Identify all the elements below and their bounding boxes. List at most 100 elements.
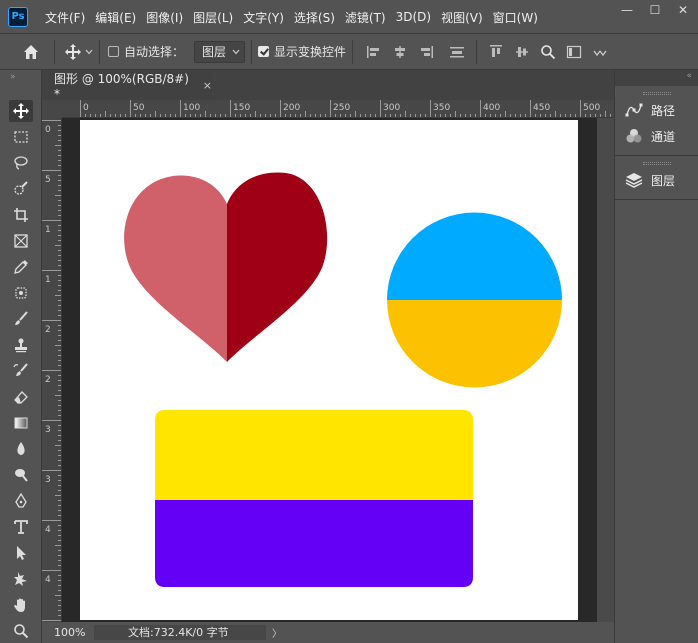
- blur-tool[interactable]: [9, 438, 33, 460]
- path-selection-tool[interactable]: [9, 542, 33, 564]
- zoom-tool[interactable]: [9, 620, 33, 642]
- dodge-tool[interactable]: [9, 464, 33, 486]
- custom-shape-tool[interactable]: [9, 568, 33, 590]
- canvas[interactable]: [80, 120, 578, 620]
- vertical-scrollbar[interactable]: [597, 118, 614, 622]
- status-menu-arrow[interactable]: 〉: [272, 625, 282, 640]
- hand-tool[interactable]: [9, 594, 33, 616]
- eyedropper-icon: [14, 260, 28, 274]
- ruler-origin[interactable]: [42, 100, 62, 118]
- tools-panel: »: [0, 70, 42, 643]
- ruler-label: 4: [45, 525, 51, 535]
- align-right-icon[interactable]: [418, 44, 434, 60]
- ruler-label: 3: [45, 425, 51, 435]
- vertical-ruler[interactable]: 0 5 1 1 2 2 3 3 4 4: [42, 118, 62, 622]
- menu-3d[interactable]: 3D(D): [391, 10, 436, 24]
- brush-tool[interactable]: [9, 308, 33, 330]
- layer-select-value: 图层: [202, 45, 227, 59]
- gradient-tool[interactable]: [9, 412, 33, 434]
- document-info: 文档:732.4K/0 字节: [94, 625, 266, 640]
- type-tool[interactable]: [9, 516, 33, 538]
- show-transform-toggle[interactable]: 显示变换控件: [258, 34, 346, 70]
- ruler-label: 500: [583, 103, 600, 113]
- rectangle-top-half[interactable]: [155, 410, 473, 500]
- workspace-icon[interactable]: [566, 44, 582, 60]
- panel-layers[interactable]: 图层: [615, 167, 698, 193]
- move-tool[interactable]: [9, 100, 33, 122]
- ruler-label: 250: [333, 103, 350, 113]
- photoshop-logo-icon: Ps: [8, 7, 28, 27]
- panel-channels-label: 通道: [651, 129, 676, 144]
- align-left-icon[interactable]: [366, 44, 382, 60]
- circle-top-half[interactable]: [387, 212, 562, 300]
- menu-type[interactable]: 文字(Y): [238, 9, 289, 26]
- panel-channels[interactable]: 通道: [615, 123, 698, 149]
- divider: [352, 39, 354, 64]
- panel-grip[interactable]: [642, 92, 671, 95]
- pen-tool[interactable]: [9, 490, 33, 512]
- ruler-label: 100: [183, 103, 200, 113]
- align-middle-icon[interactable]: [514, 44, 530, 60]
- menu-view[interactable]: 视图(V): [436, 9, 488, 26]
- move-icon: [13, 103, 29, 119]
- menu-edit[interactable]: 编辑(E): [90, 9, 141, 26]
- healing-brush-icon: [15, 287, 27, 299]
- frame-tool[interactable]: [9, 230, 33, 252]
- menu-layer[interactable]: 图层(L): [188, 9, 238, 26]
- rectangle-bottom-half[interactable]: [155, 500, 473, 587]
- menu-window[interactable]: 窗口(W): [488, 9, 543, 26]
- ruler-label: 4: [45, 575, 51, 585]
- panel-layers-label: 图层: [651, 173, 676, 188]
- heart-left-half[interactable]: [124, 175, 227, 362]
- maximize-button[interactable]: ☐: [640, 0, 670, 22]
- distribute-icon[interactable]: [449, 44, 465, 60]
- spot-healing-tool[interactable]: [9, 282, 33, 304]
- clone-stamp-tool[interactable]: [9, 334, 33, 356]
- menu-items: 文件(F) 编辑(E) 图像(I) 图层(L) 文字(Y) 选择(S) 滤镜(T…: [40, 0, 543, 34]
- zoom-level[interactable]: 100%: [42, 626, 94, 639]
- horizontal-ruler[interactable]: 0 50 100 150 200 250 300 350 400 450 500: [62, 100, 614, 118]
- close-tab-icon[interactable]: ×: [203, 79, 212, 92]
- eraser-tool[interactable]: [9, 386, 33, 408]
- type-icon: [14, 520, 28, 534]
- ruler-label: 350: [433, 103, 450, 113]
- divider: [99, 39, 100, 64]
- crop-tool[interactable]: [9, 204, 33, 226]
- menu-image[interactable]: 图像(I): [141, 9, 188, 26]
- minimize-button[interactable]: —: [612, 0, 642, 22]
- document-tab[interactable]: 图形 @ 100%(RGB/8#) * ×: [42, 72, 212, 101]
- auto-select-checkbox[interactable]: [108, 46, 119, 57]
- chevron-down-icon: [85, 49, 93, 54]
- auto-select-toggle[interactable]: 自动选择：: [108, 34, 184, 70]
- path-selection-icon: [17, 546, 26, 560]
- search-icon[interactable]: [540, 44, 556, 60]
- menu-file[interactable]: 文件(F): [40, 9, 90, 26]
- circle-bottom-half[interactable]: [387, 300, 562, 388]
- layer-select-dropdown[interactable]: 图层: [194, 40, 246, 63]
- panel-grip[interactable]: [642, 162, 671, 165]
- history-brush-tool[interactable]: [9, 360, 33, 382]
- heart-right-half[interactable]: [227, 172, 328, 362]
- quick-selection-icon: [14, 181, 28, 195]
- ruler-label: 150: [233, 103, 250, 113]
- align-center-horizontal-icon[interactable]: [392, 44, 408, 60]
- move-tool-preset[interactable]: [65, 34, 93, 70]
- panel-paths[interactable]: 路径: [615, 97, 698, 123]
- show-transform-checkbox[interactable]: [258, 46, 270, 57]
- collapse-arrows-icon[interactable]: »: [10, 72, 16, 82]
- menu-select[interactable]: 选择(S): [289, 9, 340, 26]
- expand-panels-icon[interactable]: «: [686, 71, 692, 81]
- align-top-icon[interactable]: [488, 44, 504, 60]
- zoom-icon: [14, 624, 29, 639]
- marquee-tool[interactable]: [9, 126, 33, 148]
- share-icon[interactable]: [592, 44, 608, 60]
- ruler-label: 50: [133, 103, 145, 113]
- lasso-tool[interactable]: [9, 152, 33, 174]
- home-icon[interactable]: [14, 34, 48, 70]
- menu-filter[interactable]: 滤镜(T): [340, 9, 391, 26]
- quick-selection-tool[interactable]: [9, 178, 33, 200]
- pen-icon: [15, 493, 27, 508]
- close-window-button[interactable]: ✕: [668, 0, 698, 22]
- eyedropper-tool[interactable]: [9, 256, 33, 278]
- gradient-icon: [14, 417, 28, 429]
